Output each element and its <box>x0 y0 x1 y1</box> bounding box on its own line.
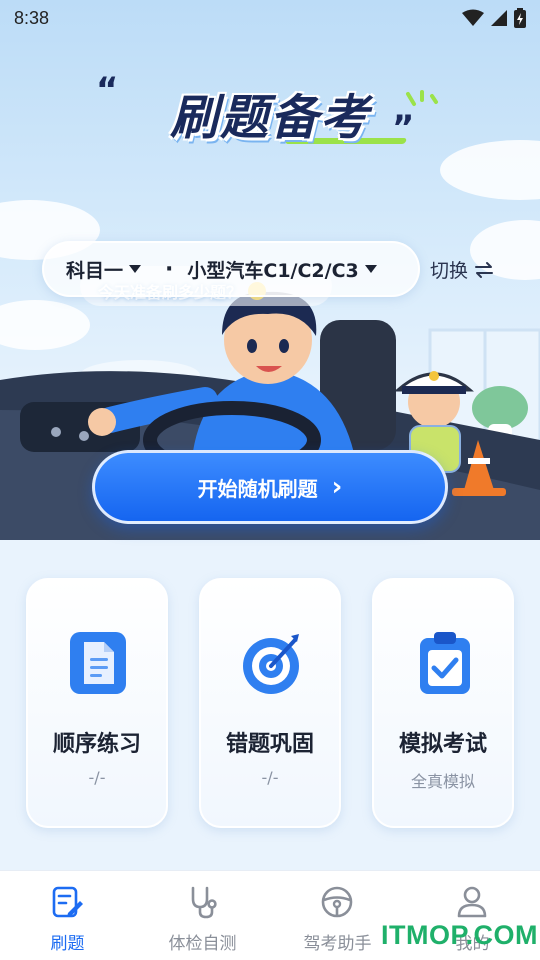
exam-selector[interactable]: 科目一 · 小型汽车C1/C2/C3 <box>42 241 420 297</box>
stethoscope-icon <box>191 886 217 919</box>
license-label: 小型汽车C1/C2/C3 <box>187 259 359 282</box>
status-bar: 8:38 <box>0 0 540 36</box>
chevron-down-icon <box>129 265 142 273</box>
clipboard-check-icon <box>420 632 470 694</box>
separator-dot: · <box>165 256 174 282</box>
edit-note-icon <box>52 886 83 918</box>
target-icon <box>243 634 299 694</box>
switch-label: 切换 <box>430 260 469 282</box>
document-icon <box>70 632 126 694</box>
close-quote-mark: ” <box>392 108 415 148</box>
watermark-part: IT <box>381 920 406 950</box>
mock-exam-card[interactable]: 模拟考试 全真模拟 <box>372 578 514 828</box>
tab-label: 体检自测 <box>168 934 237 954</box>
sequential-practice-card[interactable]: 顺序练习 -/- <box>26 578 168 828</box>
card-title: 模拟考试 <box>398 732 487 757</box>
card-title: 顺序练习 <box>52 732 141 757</box>
wifi-icon <box>462 9 484 26</box>
itmop-watermark: ITMOP.COM <box>381 920 538 951</box>
card-progress: -/- <box>261 768 279 787</box>
status-time: 8:38 <box>14 7 50 28</box>
tab-label: 刷题 <box>50 934 85 954</box>
card-progress: -/- <box>88 768 106 787</box>
page-title: 刷题备考 <box>169 90 370 146</box>
watermark-part: P <box>450 920 466 950</box>
person-icon <box>457 886 487 918</box>
start-random-practice-button[interactable]: 开始随机刷题 › <box>92 450 448 524</box>
swap-arrows-icon <box>475 261 494 278</box>
watermark-part: MO <box>406 920 451 950</box>
chevron-down-icon <box>364 265 377 273</box>
card-title: 错题巩固 <box>225 732 314 757</box>
tab-practice[interactable]: 刷题 <box>0 871 135 960</box>
watermark-part: .COM <box>465 920 539 950</box>
subject-dropdown[interactable]: 科目一 <box>66 256 142 283</box>
license-dropdown[interactable]: 小型汽车C1/C2/C3 <box>187 256 377 283</box>
switch-button[interactable]: 切换 <box>430 256 494 283</box>
wrong-questions-card[interactable]: 错题巩固 -/- <box>199 578 341 828</box>
sparkle-icon <box>406 90 438 106</box>
steering-wheel-icon <box>321 886 353 918</box>
tab-health-check[interactable]: 体检自测 <box>135 871 270 960</box>
signal-icon <box>491 10 507 26</box>
subject-label: 科目一 <box>66 259 124 282</box>
status-icons <box>462 8 526 28</box>
battery-icon <box>514 8 526 28</box>
card-subtitle: 全真模拟 <box>410 772 475 791</box>
chevron-right-icon: › <box>331 472 343 502</box>
cta-label: 开始随机刷题 <box>197 476 318 501</box>
